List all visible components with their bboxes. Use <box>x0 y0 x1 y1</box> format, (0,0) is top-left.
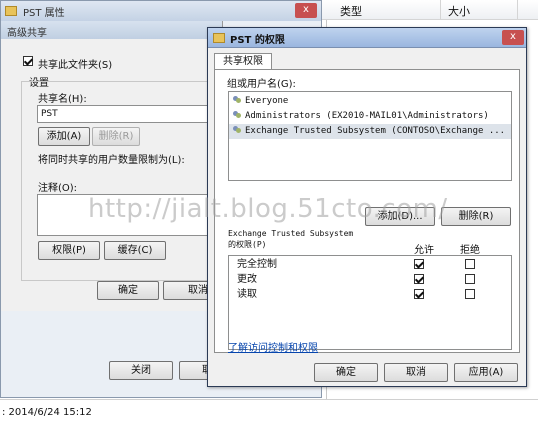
properties-close-icon[interactable]: x <box>295 3 317 18</box>
user-everyone[interactable]: Everyone <box>229 94 511 109</box>
user-name: Administrators (EX2010-MAIL01\Administra… <box>245 111 489 121</box>
properties-close-button[interactable]: 关闭 <box>109 361 173 380</box>
column-divider <box>440 0 441 20</box>
advanced-sharing-titlebar: 高级共享 <box>1 21 222 39</box>
permissions-titlebar: PST 的权限 x <box>208 28 526 48</box>
status-bar: : 2014/6/24 15:12 <box>0 399 538 427</box>
permissions-list: 完全控制 更改 读取 <box>228 255 512 350</box>
comment-label: 注释(O): <box>38 183 78 194</box>
folder-icon <box>5 6 17 16</box>
permission-row: 完全控制 <box>229 258 511 271</box>
group-icon <box>232 110 242 121</box>
group-icon <box>232 125 242 136</box>
tab-label: 共享权限 <box>223 56 263 67</box>
permission-name: 完全控制 <box>237 259 277 270</box>
user-name: Exchange Trusted Subsystem (CONTOSO\Exch… <box>245 126 506 136</box>
checkbox-mark <box>23 56 33 66</box>
limit-users-label: 将同时共享的用户数量限制为(L): <box>38 155 185 166</box>
user-administrators[interactable]: Administrators (EX2010-MAIL01\Administra… <box>229 109 511 124</box>
group-icon <box>232 95 242 106</box>
modified-date: : 2014/6/24 15:12 <box>2 407 92 418</box>
permissions-button[interactable]: 权限(P) <box>38 241 100 260</box>
share-name-label: 共享名(H): <box>38 94 87 105</box>
allow-column-label: 允许 <box>414 245 434 256</box>
remove-share-button[interactable]: 删除(R) <box>92 127 140 146</box>
permissions-for-name: Exchange Trusted Subsystem <box>228 229 354 238</box>
folder-icon <box>213 33 225 43</box>
permissions-apply-button[interactable]: 应用(A) <box>454 363 518 382</box>
advanced-ok-button[interactable]: 确定 <box>97 281 159 300</box>
column-divider-2 <box>517 0 518 20</box>
remove-user-button[interactable]: 删除(R) <box>441 207 511 226</box>
share-folder-checkbox[interactable] <box>23 56 33 67</box>
access-control-link[interactable]: 了解访问控制和权限 <box>228 339 318 354</box>
share-name-value: PST <box>41 109 58 119</box>
user-exchange-trusted-subsystem[interactable]: Exchange Trusted Subsystem (CONTOSO\Exch… <box>229 124 511 139</box>
permission-name: 更改 <box>237 274 257 285</box>
deny-column-label: 拒绝 <box>460 245 480 256</box>
permissions-close-icon[interactable]: x <box>502 30 524 45</box>
column-size[interactable]: 大小 <box>448 3 470 19</box>
explorer-header: 类型 大小 <box>322 0 538 20</box>
properties-title: PST 属性 <box>23 8 65 19</box>
deny-checkbox[interactable] <box>465 259 475 269</box>
deny-checkbox[interactable] <box>465 289 475 299</box>
properties-titlebar: PST 属性 x <box>1 1 321 21</box>
group-users-label: 组或用户名(G): <box>227 79 296 90</box>
share-folder-label: 共享此文件夹(S) <box>38 60 113 71</box>
users-list[interactable]: Everyone Administrators (EX2010-MAIL01\A… <box>228 91 512 181</box>
caching-button[interactable]: 缓存(C) <box>104 241 166 260</box>
add-share-button[interactable]: 添加(A) <box>38 127 90 146</box>
advanced-sharing-title: 高级共享 <box>7 28 47 39</box>
share-name-input[interactable]: PST <box>37 105 221 123</box>
tab-share-permissions[interactable]: 共享权限 <box>214 53 272 70</box>
deny-checkbox[interactable] <box>465 274 475 284</box>
permission-row: 读取 <box>229 288 511 301</box>
allow-checkbox[interactable] <box>414 259 424 269</box>
permission-row: 更改 <box>229 273 511 286</box>
advanced-sharing-dialog: 高级共享 共享此文件夹(S) 设置 共享名(H): PST 添加(A) 删除(R… <box>1 21 223 311</box>
permissions-title: PST 的权限 <box>230 35 285 46</box>
column-type[interactable]: 类型 <box>340 3 362 19</box>
permissions-cancel-button[interactable]: 取消 <box>384 363 448 382</box>
allow-checkbox[interactable] <box>414 289 424 299</box>
permission-name: 读取 <box>237 289 257 300</box>
user-name: Everyone <box>245 96 289 106</box>
watermark: http://jialt.blog.51cto.com/ <box>88 194 448 224</box>
permissions-ok-button[interactable]: 确定 <box>314 363 378 382</box>
allow-checkbox[interactable] <box>414 274 424 284</box>
